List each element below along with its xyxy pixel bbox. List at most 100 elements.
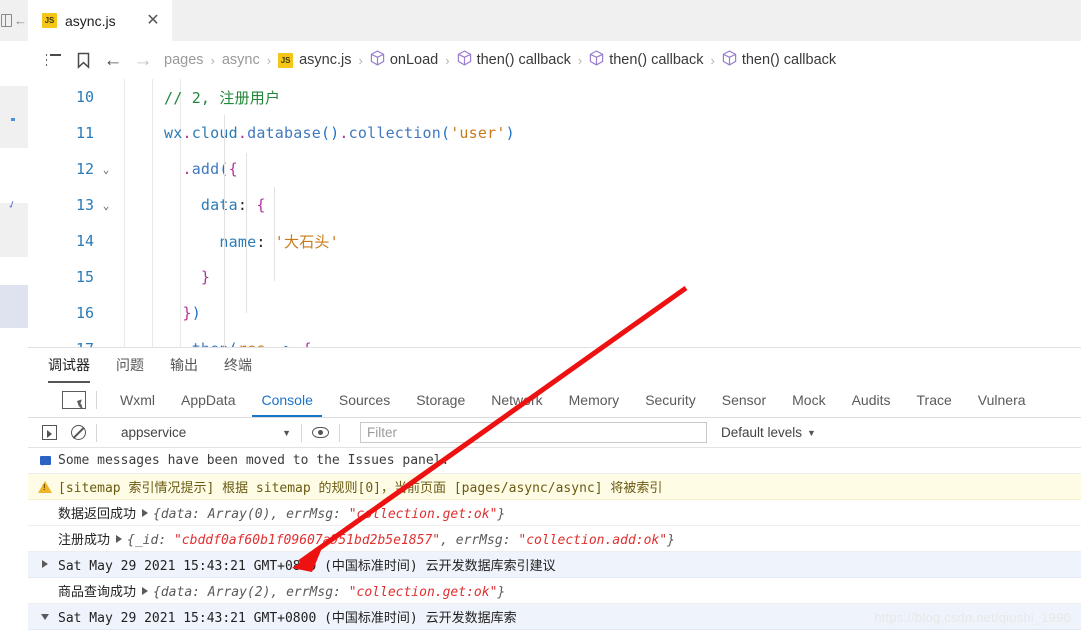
console-context-select[interactable]: appservice ▼ xyxy=(121,425,291,440)
live-expression-eye-icon[interactable] xyxy=(312,427,329,438)
code-token: 'user' xyxy=(450,124,506,142)
left-strip-band xyxy=(0,328,28,631)
code-token: ( xyxy=(440,124,451,142)
line-number: 17 xyxy=(28,340,94,347)
code-line[interactable]: 12⌄ .add({ xyxy=(28,151,1081,187)
console-message-text: 数据返回成功 {data: Array(0), errMsg: "collecti… xyxy=(56,503,505,522)
console-filter-input[interactable] xyxy=(360,422,707,443)
console-sidebar-icon[interactable] xyxy=(42,425,57,440)
close-icon[interactable]: ✕ xyxy=(144,12,162,29)
devtools-tab-vulnera[interactable]: Vulnera xyxy=(965,383,1039,417)
disclosure-triangle-icon[interactable] xyxy=(142,509,149,517)
devtools-tab-security[interactable]: Security xyxy=(632,383,709,417)
breadcrumb-item-pages[interactable]: pages xyxy=(164,52,204,68)
breadcrumb-item-then-callback-3[interactable]: then() callback xyxy=(742,52,836,68)
breadcrumb-item-then-callback-2[interactable]: then() callback xyxy=(609,52,703,68)
console-message-segment: "collection.get:ok" xyxy=(348,507,498,522)
devtools-tab-storage[interactable]: Storage xyxy=(403,383,478,417)
devtools-tab-trace[interactable]: Trace xyxy=(904,383,965,417)
code-line[interactable]: 16 }) xyxy=(28,295,1081,331)
code-line[interactable]: 13 ⌄ data: { xyxy=(28,187,1081,223)
back-arrow-icon[interactable]: ← xyxy=(14,14,27,27)
console-message[interactable]: 注册成功 {_id: "cbddf0af60b1f09607a951bd2b5e1… xyxy=(28,526,1081,552)
panel-tab-调试器[interactable]: 调试器 xyxy=(48,355,90,383)
console-message[interactable]: 商品查询成功 {data: Array(2), errMsg: "collecti… xyxy=(28,578,1081,604)
code-editor[interactable]: 10// 2, 注册用户 11 wx.cloud.database().collec… xyxy=(28,79,1081,347)
breadcrumb-item-async[interactable]: async xyxy=(222,52,260,68)
console-toolbar: appservice ▼ Default levels ▼ xyxy=(28,418,1081,448)
code-token: { xyxy=(303,340,312,347)
code-token: res xyxy=(238,340,266,347)
breadcrumb-separator: › xyxy=(445,52,450,68)
code-token: . xyxy=(339,124,349,142)
devtools-tab-wxml[interactable]: Wxml xyxy=(107,383,168,417)
code-line[interactable]: 17⌄ .then(res => { xyxy=(28,331,1081,347)
chevron-down-icon: ▼ xyxy=(807,427,816,438)
breadcrumb-item-onload[interactable]: onLoad xyxy=(390,52,438,68)
code-line[interactable]: 11 wx.cloud.database().collection('user') xyxy=(28,115,1081,151)
nav-forward-icon[interactable]: → xyxy=(128,45,158,75)
console-message-segment: [sitemap 索引情况提示] 根据 sitemap 的规则[0]，当前页面 … xyxy=(58,481,663,496)
console-message[interactable]: Sat May 29 2021 15:43:21 GMT+0800 (中国标准时… xyxy=(28,552,1081,578)
code-token: { xyxy=(228,160,238,178)
devtools-tab-console[interactable]: Console xyxy=(248,383,325,417)
disclosure-triangle-icon[interactable] xyxy=(142,587,149,595)
inspect-element-icon[interactable] xyxy=(62,391,86,409)
breadcrumb-item-then-callback-1[interactable]: then() callback xyxy=(477,52,571,68)
left-strip-toolbar: ← xyxy=(0,0,28,41)
code-token: cloud xyxy=(191,124,238,142)
console-message[interactable]: [sitemap 索引情况提示] 根据 sitemap 的规则[0]，当前页面 … xyxy=(28,474,1081,500)
devtools-tab-memory[interactable]: Memory xyxy=(556,383,633,417)
clear-console-icon[interactable] xyxy=(71,425,86,440)
indent-guide xyxy=(224,115,225,347)
breadcrumb-item-async-js[interactable]: async.js xyxy=(299,52,351,68)
disclosure-triangle-icon[interactable] xyxy=(34,557,56,572)
console-levels-select[interactable]: Default levels ▼ xyxy=(721,425,816,440)
editor-tab-async-js[interactable]: JS async.js ✕ xyxy=(28,0,172,41)
panel-tab-输出[interactable]: 输出 xyxy=(170,355,198,377)
code-token: . xyxy=(182,124,192,142)
console-message[interactable]: Some messages have been moved to the Iss… xyxy=(28,448,1081,474)
devtools-tab-sources[interactable]: Sources xyxy=(326,383,403,417)
panel-toggle-icon[interactable] xyxy=(1,13,12,28)
devtools-tab-sensor[interactable]: Sensor xyxy=(709,383,779,417)
bookmark-icon[interactable] xyxy=(68,45,98,75)
outline-list-icon[interactable] xyxy=(38,45,68,75)
devtools-tab-mock[interactable]: Mock xyxy=(779,383,838,417)
code-line[interactable]: 15 } xyxy=(28,259,1081,295)
code-line[interactable]: 14 name: '大石头' xyxy=(28,223,1081,259)
code-token: : xyxy=(237,196,257,214)
code-token: ) xyxy=(505,124,515,142)
toolbar-divider xyxy=(301,423,302,442)
line-number: 11 xyxy=(75,124,94,142)
devtools-tab-appdata[interactable]: AppData xyxy=(168,383,248,417)
bookmark-glyph xyxy=(77,52,89,69)
toolbar-divider xyxy=(96,391,97,409)
disclosure-triangle-icon[interactable] xyxy=(116,535,123,543)
panel-tab-终端[interactable]: 终端 xyxy=(224,355,252,377)
code-token: . xyxy=(164,340,192,347)
devtools-tab-audits[interactable]: Audits xyxy=(839,383,904,417)
disclosure-triangle-icon[interactable] xyxy=(34,609,56,624)
fold-chevron-icon[interactable]: ⌄ xyxy=(94,163,118,176)
code-token: ) xyxy=(191,304,201,322)
code-line[interactable]: 10 // 2, 注册用户 xyxy=(28,79,1081,115)
nav-back-icon[interactable]: ← xyxy=(98,45,128,75)
console-message-segment: "cbddf0af60b1f09607a951bd2b5e1857" xyxy=(173,533,441,548)
console-message-list[interactable]: Some messages have been moved to the Iss… xyxy=(28,448,1081,632)
code-token: data xyxy=(164,196,238,214)
code-token: : xyxy=(256,232,275,251)
code-line-text: data: { xyxy=(164,196,266,214)
code-token: name xyxy=(164,232,257,251)
console-message[interactable]: 数据返回成功 {data: Array(0), errMsg: "collecti… xyxy=(28,500,1081,526)
code-token: } xyxy=(164,268,211,286)
watermark-text: https://blog.csdn.net/qiushi_1990 xyxy=(874,610,1071,625)
toolbar-divider xyxy=(339,423,340,442)
left-strip-band xyxy=(0,257,28,285)
code-token: } xyxy=(164,304,192,322)
console-context-value: appservice xyxy=(121,425,187,440)
fold-chevron-icon[interactable]: ⌄ xyxy=(94,199,118,212)
devtools-tab-network[interactable]: Network xyxy=(478,383,555,417)
panel-tab-问题[interactable]: 问题 xyxy=(116,355,144,377)
